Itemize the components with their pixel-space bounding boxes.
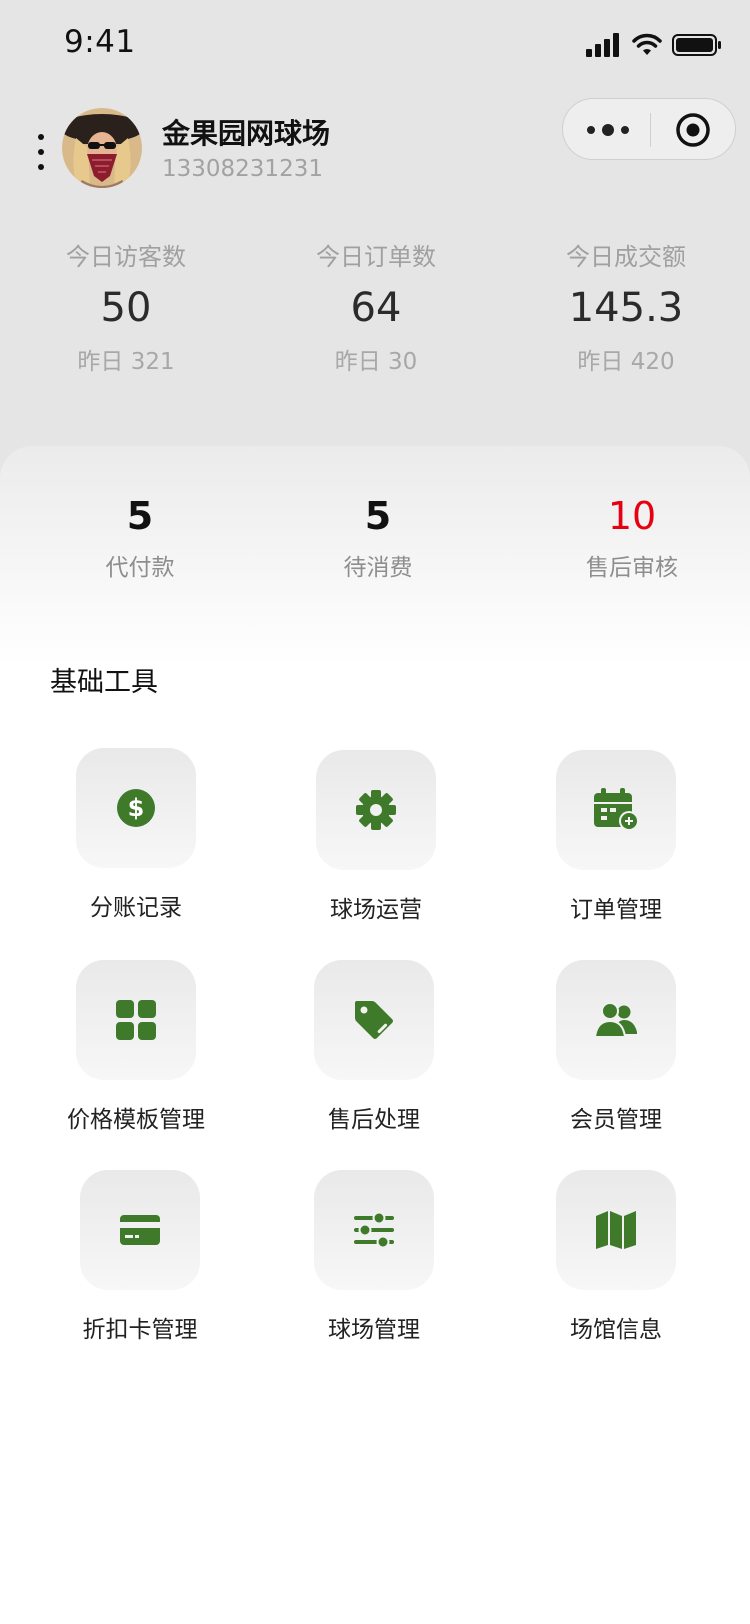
count-pending-use[interactable]: 5 待消费 [288,492,468,582]
tool-discount-card[interactable]: 折扣卡管理 [20,1170,260,1344]
tool-court-management[interactable]: 球场管理 [254,1170,494,1344]
page-title: 金果园网球场 [162,117,331,150]
tool-tile [316,750,436,870]
tool-tile [556,1170,676,1290]
stat-label: 今日订单数 [316,243,436,271]
credit-card-icon [120,1215,160,1245]
avatar[interactable] [62,108,142,188]
tool-tile [314,960,434,1080]
more-horizontal-icon[interactable] [587,119,629,141]
count-label: 代付款 [105,555,175,581]
status-icons [586,28,722,62]
svg-text:$: $ [128,794,145,822]
today-stats: 今日访客数 50 昨日 321 今日订单数 64 昨日 30 今日成交额 145… [0,240,750,400]
tool-court-operation[interactable]: 球场运营 [256,750,496,924]
count-value: 5 [364,494,392,538]
capsule-divider [650,113,651,147]
tool-tile [80,1170,200,1290]
tool-venue-info[interactable]: 场馆信息 [496,1170,736,1344]
dollar-icon: $ [117,789,155,827]
phone-number: 13308231231 [162,156,323,182]
status-time: 9:41 [64,24,136,60]
tool-after-sale[interactable]: 售后处理 [254,960,494,1134]
map-icon [596,1211,636,1249]
count-value: 5 [126,494,154,538]
stat-prev: 昨日 321 [77,349,175,375]
order-counts: 5 代付款 5 待消费 10 售后审核 [0,492,750,592]
header: 金果园网球场 13308231231 [0,90,750,220]
stat-label: 今日访客数 [66,243,186,271]
tool-label: 场馆信息 [570,1317,662,1343]
tool-label: 球场管理 [328,1317,420,1343]
calendar-add-icon [594,788,639,831]
status-bar: 9:41 [0,0,750,88]
wifi-icon [632,33,662,55]
stat-label: 今日成交额 [566,243,686,271]
grid-icon [116,1000,156,1040]
tool-tile [314,1170,434,1290]
more-vertical-icon[interactable] [34,134,48,170]
stat-value: 64 [350,285,402,331]
tool-label: 订单管理 [570,897,662,923]
stat-value: 145.3 [568,285,684,331]
tool-tile [556,960,676,1080]
tool-label: 会员管理 [570,1107,662,1133]
close-target-icon[interactable] [675,112,711,148]
gear-icon [356,790,396,830]
tool-label: 价格模板管理 [67,1107,205,1133]
avatar-image [62,108,142,188]
users-icon [594,1002,637,1038]
tool-label: 折扣卡管理 [82,1317,198,1343]
tool-tile [76,960,196,1080]
tool-order-management[interactable]: 订单管理 [496,750,736,924]
tool-tile: $ [76,748,196,868]
tool-label: 球场运营 [330,897,422,923]
tool-label: 售后处理 [328,1107,420,1133]
signal-icon [586,33,619,57]
tool-member-management[interactable]: 会员管理 [496,960,736,1134]
count-after-sale-review[interactable]: 10 售后审核 [542,492,722,582]
main-panel: 5 代付款 5 待消费 10 售后审核 基础工具 $ 分账记录 球场运营 订单管… [0,446,750,1624]
miniprogram-capsule [562,98,736,160]
section-title: 基础工具 [50,667,158,698]
tool-label: 分账记录 [90,895,182,921]
stat-value: 50 [100,285,152,331]
sliders-icon [354,1211,394,1249]
stat-prev: 昨日 30 [334,349,418,375]
count-value: 10 [607,494,657,538]
stat-orders[interactable]: 今日订单数 64 昨日 30 [276,240,476,378]
count-label: 售后审核 [586,555,678,581]
battery-icon [672,34,721,56]
stat-prev: 昨日 420 [577,349,675,375]
stat-visitors[interactable]: 今日访客数 50 昨日 321 [26,240,226,378]
tool-tile [556,750,676,870]
count-pending-payment[interactable]: 5 代付款 [50,492,230,582]
tag-icon [355,1001,393,1039]
count-label: 待消费 [343,555,413,581]
stat-turnover[interactable]: 今日成交额 145.3 昨日 420 [526,240,726,378]
tool-price-template[interactable]: 价格模板管理 [16,960,256,1134]
tool-split-records[interactable]: $ 分账记录 [16,748,256,922]
